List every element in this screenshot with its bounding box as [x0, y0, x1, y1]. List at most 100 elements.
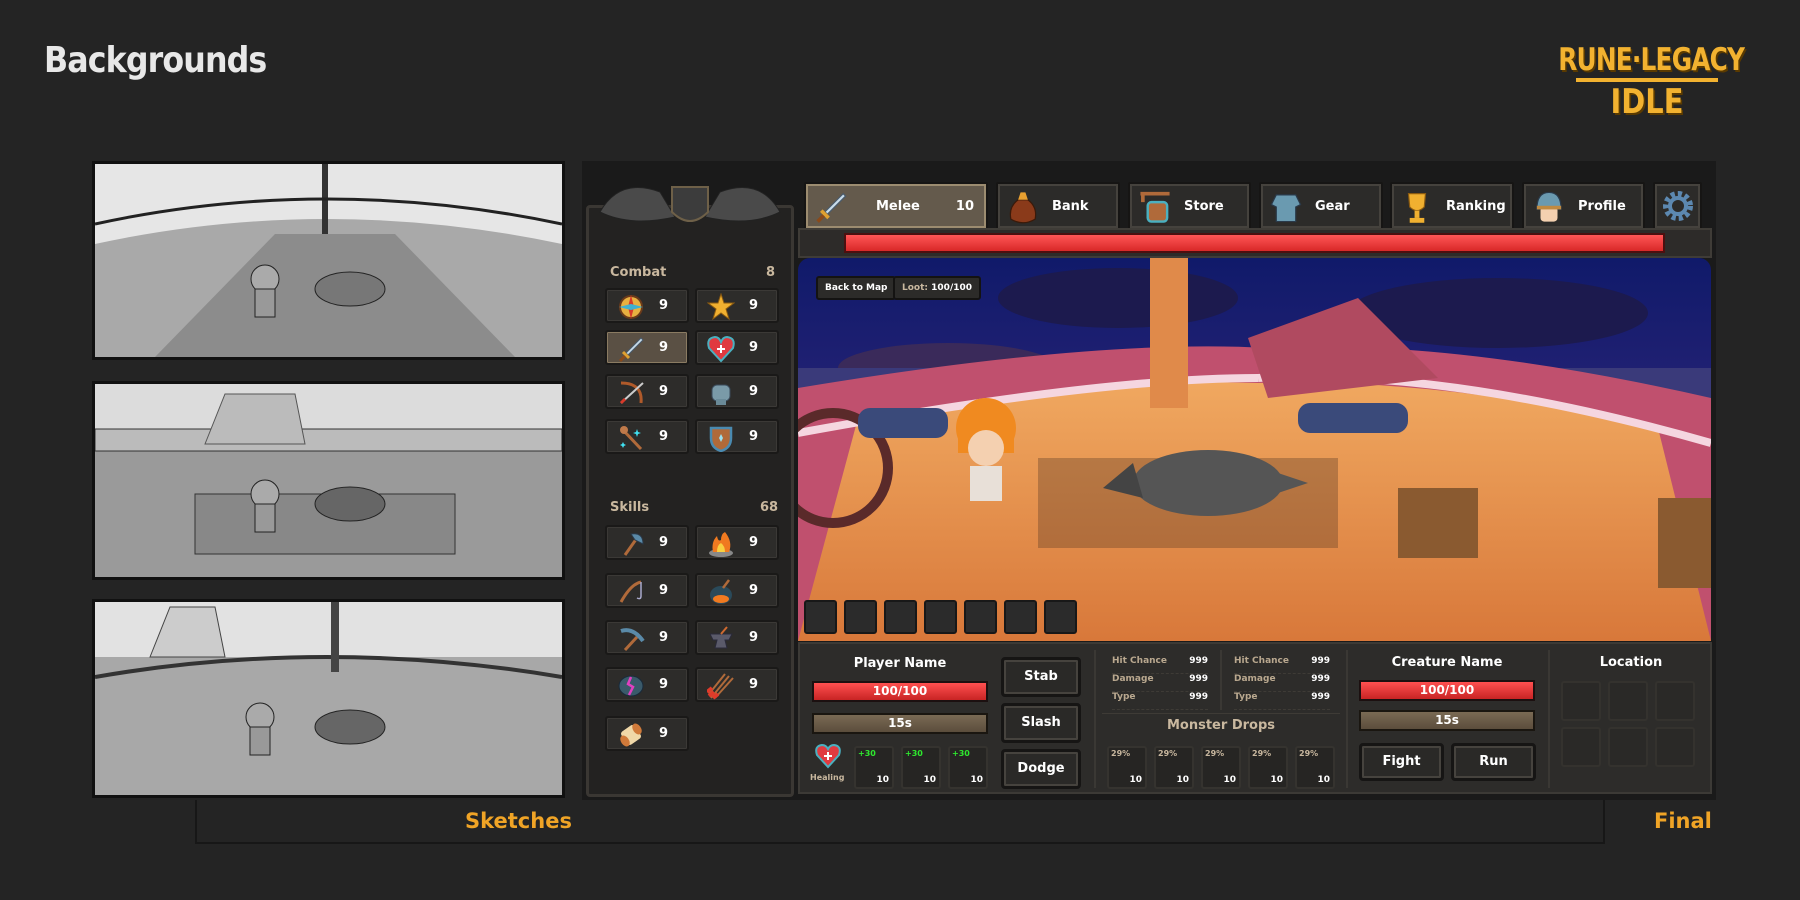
skill-level: 9 [749, 677, 759, 692]
loot-counter: Loot: 100/100 [893, 276, 982, 300]
skills-slot[interactable]: 9 [695, 525, 779, 560]
skill-level: 9 [659, 340, 669, 355]
potion-slot[interactable]: +30 10 [854, 746, 894, 789]
loot-label: Loot: [902, 283, 929, 293]
quick-slot[interactable] [884, 600, 917, 634]
skills-slot[interactable]: 9 [695, 620, 779, 655]
skills-slot[interactable]: 9 [605, 620, 689, 655]
sketches-label: Sketches [465, 809, 572, 833]
skills-slot[interactable]: 9 [695, 667, 779, 702]
potion-quantity: 10 [923, 775, 936, 785]
quick-slot[interactable] [924, 600, 957, 634]
quick-slot[interactable] [844, 600, 877, 634]
stat-value: 999 [1311, 674, 1330, 684]
monster-drops-title: Monster Drops [1166, 718, 1275, 733]
stat-label: Hit Chance [1234, 656, 1289, 666]
thread-spool-icon [620, 723, 642, 747]
skills-slot[interactable]: 9 [605, 667, 689, 702]
stat-value: 999 [1189, 692, 1208, 702]
combat-slot[interactable]: 9 [695, 330, 779, 365]
armor-icon [1270, 194, 1302, 223]
tab-profile[interactable]: Profile [1522, 182, 1645, 230]
settings-tab[interactable] [1653, 182, 1702, 230]
drop-slot[interactable]: 29% 10 [1248, 746, 1288, 789]
skill-level: 9 [749, 429, 759, 444]
run-button[interactable]: Run [1451, 743, 1536, 781]
magic-staff-icon [620, 426, 643, 451]
tab-label: Gear [1315, 199, 1350, 214]
shield-icon [709, 426, 733, 452]
skill-level: 9 [659, 384, 669, 399]
tab-bank[interactable]: Bank [996, 182, 1120, 230]
skills-slot[interactable]: 9 [605, 525, 689, 560]
tab-store[interactable]: Store [1128, 182, 1251, 230]
logo-line2: IDLE [1610, 82, 1684, 122]
skill-level: 9 [749, 384, 759, 399]
fight-button[interactable]: Fight [1359, 743, 1444, 781]
combat-slot[interactable]: 9 [605, 330, 689, 365]
slash-button[interactable]: Slash [1001, 703, 1081, 743]
location-slot[interactable] [1561, 727, 1601, 767]
quick-slot[interactable] [804, 600, 837, 634]
back-to-map-button[interactable]: Back to Map [816, 276, 897, 300]
money-bag-icon [1009, 192, 1037, 224]
player-attack-timer: 15s [812, 713, 988, 734]
skills-count: 68 [760, 500, 779, 515]
tab-melee[interactable]: Melee 10 [804, 182, 988, 230]
compass-icon [619, 295, 643, 319]
shop-sign-icon [1140, 191, 1170, 223]
quick-slot[interactable] [1004, 600, 1037, 634]
combat-slot[interactable]: 9 [695, 288, 779, 323]
combat-slot[interactable]: 9 [605, 288, 689, 323]
drop-quantity: 10 [1270, 775, 1283, 785]
heal-amount: +30 [905, 749, 923, 758]
drop-slot[interactable]: 29% 10 [1295, 746, 1335, 789]
location-slot[interactable] [1608, 727, 1648, 767]
tab-label: Melee [876, 199, 920, 214]
helmet-avatar-icon [1536, 191, 1562, 222]
potion-slot[interactable]: +30 10 [948, 746, 988, 789]
drop-quantity: 10 [1129, 775, 1142, 785]
divider [1220, 650, 1222, 710]
combat-slot[interactable]: 9 [695, 374, 779, 409]
location-slot[interactable] [1561, 681, 1601, 721]
skills-slot[interactable]: 9 [605, 573, 689, 608]
tab-count: 10 [955, 199, 974, 214]
drop-slot[interactable]: 29% 10 [1154, 746, 1194, 789]
combat-slot[interactable]: 9 [605, 419, 689, 454]
healing-label: Healing [810, 773, 845, 782]
quick-slot[interactable] [964, 600, 997, 634]
fishing-rod-icon [619, 580, 642, 603]
stat-row: Damage 999 [1234, 674, 1330, 692]
tab-ranking[interactable]: Ranking [1390, 182, 1514, 230]
sketch-panel-2 [92, 381, 565, 580]
skills-slot[interactable]: 9 [695, 573, 779, 608]
section-bracket [195, 800, 1605, 844]
stat-label: Type [1234, 692, 1258, 702]
drop-slot[interactable]: 29% 10 [1201, 746, 1241, 789]
drop-slot[interactable]: 29% 10 [1107, 746, 1147, 789]
tab-gear[interactable]: Gear [1259, 182, 1383, 230]
creature-health-bar: 100/100 [1359, 680, 1535, 701]
location-slot[interactable] [1608, 681, 1648, 721]
combat-slot[interactable]: 9 [695, 419, 779, 454]
sword-icon [618, 337, 644, 363]
creature-name: Creature Name [1391, 655, 1503, 670]
quick-slot[interactable] [1044, 600, 1077, 634]
skills-slot[interactable]: 9 [605, 716, 689, 751]
page-title: Backgrounds [44, 40, 267, 81]
cauldron-icon [710, 579, 732, 604]
stat-row: Hit Chance 999 [1112, 656, 1208, 674]
pickaxe-icon [620, 628, 645, 652]
skill-level: 9 [659, 429, 669, 444]
drop-chance: 29% [1252, 749, 1272, 758]
drop-quantity: 10 [1176, 775, 1189, 785]
combat-slot[interactable]: 9 [605, 374, 689, 409]
location-slot[interactable] [1655, 727, 1695, 767]
potion-slot[interactable]: +30 10 [901, 746, 941, 789]
location-slot[interactable] [1655, 681, 1695, 721]
stat-row: Type 999 [1234, 692, 1330, 710]
stab-button[interactable]: Stab [1001, 657, 1081, 697]
tab-label: Profile [1578, 199, 1626, 214]
dodge-button[interactable]: Dodge [1001, 749, 1081, 789]
